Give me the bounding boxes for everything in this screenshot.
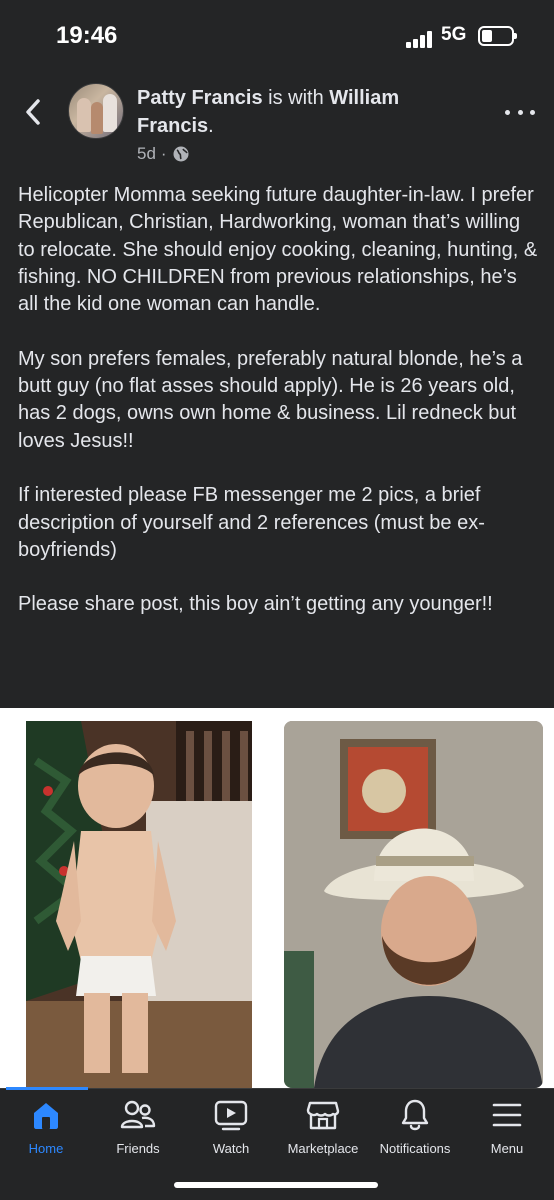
with-text: is with: [262, 87, 330, 109]
post-header: Patty Francis is with William Francis. 5…: [0, 80, 554, 170]
post-text: Helicopter Momma seeking future daughter…: [18, 182, 540, 646]
post-author-line: Patty Francis is with William Francis.: [137, 84, 467, 140]
network-type: 5G: [441, 24, 467, 45]
post-meta: 5d ·: [137, 144, 190, 164]
nav-marketplace[interactable]: Marketplace: [273, 1097, 373, 1159]
bell-icon: [396, 1097, 434, 1133]
post-paragraph: Please share post, this boy ain’t gettin…: [18, 593, 493, 616]
post-paragraph: Helicopter Momma seeking future daughter…: [18, 184, 538, 316]
more-options-button[interactable]: [505, 102, 535, 122]
tagged-suffix: .: [208, 115, 214, 137]
nav-label-menu: Menu: [490, 1141, 524, 1156]
home-indicator: [174, 1182, 378, 1188]
meta-separator: ·: [160, 144, 167, 163]
friends-icon: [119, 1097, 157, 1133]
post-photo-man[interactable]: [284, 721, 543, 1088]
post-photos: [0, 708, 554, 1092]
status-time: 19:46: [56, 22, 118, 49]
post-photo-child[interactable]: [26, 721, 252, 1088]
avatar[interactable]: [68, 83, 124, 139]
battery-icon: [478, 26, 517, 46]
chevron-left-icon: [26, 99, 40, 125]
post-paragraph: My son prefers females, preferably natur…: [18, 347, 523, 452]
nav-friends[interactable]: Friends: [88, 1097, 188, 1159]
signal-strength-icon: [406, 30, 436, 48]
nav-label-home: Home: [28, 1141, 64, 1156]
author-name[interactable]: Patty Francis: [137, 87, 263, 109]
home-icon: [27, 1097, 65, 1133]
nav-label-marketplace: Marketplace: [287, 1141, 359, 1156]
nav-notifications[interactable]: Notifications: [365, 1097, 465, 1159]
post-paragraph: If interested please FB messenger me 2 p…: [18, 484, 485, 561]
nav-label-friends: Friends: [116, 1141, 160, 1156]
status-bar: 19:46 5G: [0, 0, 554, 72]
nav-label-notifications: Notifications: [379, 1141, 451, 1156]
globe-icon: [173, 146, 189, 162]
back-button[interactable]: [18, 94, 48, 130]
nav-label-watch: Watch: [212, 1141, 250, 1156]
nav-menu[interactable]: Menu: [457, 1097, 554, 1159]
menu-icon: [488, 1097, 526, 1133]
watch-icon: [212, 1097, 250, 1133]
active-tab-indicator: [6, 1087, 88, 1090]
post-time[interactable]: 5d: [137, 144, 156, 164]
nav-home[interactable]: Home: [0, 1097, 96, 1159]
nav-watch[interactable]: Watch: [181, 1097, 281, 1159]
marketplace-icon: [304, 1097, 342, 1133]
